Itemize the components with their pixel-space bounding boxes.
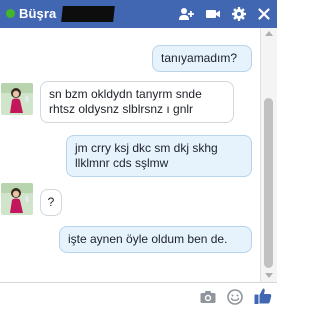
contact-name[interactable]: Büşra — [19, 6, 56, 21]
gear-icon[interactable] — [231, 6, 247, 22]
scroll-down-arrow-icon[interactable] — [265, 273, 273, 278]
name-redaction — [61, 6, 115, 22]
message-text: işte aynen öyle oldum ben de. — [68, 232, 228, 246]
message-text: tanıyamadım? — [161, 51, 238, 65]
message-composer[interactable] — [0, 282, 277, 310]
scrollbar-thumb[interactable] — [264, 98, 273, 268]
chat-header[interactable]: Büşra — [0, 0, 277, 28]
emoji-icon[interactable] — [226, 288, 244, 306]
like-icon[interactable] — [253, 286, 272, 304]
scrollbar[interactable] — [260, 28, 277, 282]
message-bubble-incoming: ? — [40, 189, 62, 216]
chat-window: Büşra tanıyamadım? sn bzm okldydn tanyrm… — [0, 0, 277, 310]
camera-icon[interactable] — [199, 288, 217, 306]
message-list[interactable]: tanıyamadım? sn bzm okldydn tanyrm snde … — [0, 28, 260, 282]
message-text: ? — [47, 195, 55, 209]
message-text-line: jm crry ksj dkc sm dkj skhg — [75, 141, 218, 155]
message-text-line: sn bzm okldydn tanyrm snde — [49, 87, 202, 101]
avatar[interactable] — [1, 183, 33, 215]
message-bubble-outgoing: işte aynen öyle oldum ben de. — [59, 226, 252, 253]
add-person-icon[interactable] — [178, 6, 194, 22]
close-icon[interactable] — [256, 6, 272, 22]
message-text-line: llklmnr cds sşlmw — [75, 156, 169, 170]
message-bubble-outgoing: tanıyamadım? — [152, 45, 252, 72]
message-bubble-incoming: sn bzm okldydn tanyrm snde rhtsz oldysnz… — [40, 81, 234, 123]
online-status-dot — [6, 9, 15, 18]
video-call-icon[interactable] — [205, 6, 221, 22]
avatar[interactable] — [1, 83, 33, 115]
message-text-line: rhtsz oldysnz slblrsnz ı gnlr — [49, 102, 194, 116]
scroll-up-arrow-icon[interactable] — [265, 31, 273, 36]
message-bubble-outgoing: jm crry ksj dkc sm dkj skhg llklmnr cds … — [66, 135, 252, 177]
